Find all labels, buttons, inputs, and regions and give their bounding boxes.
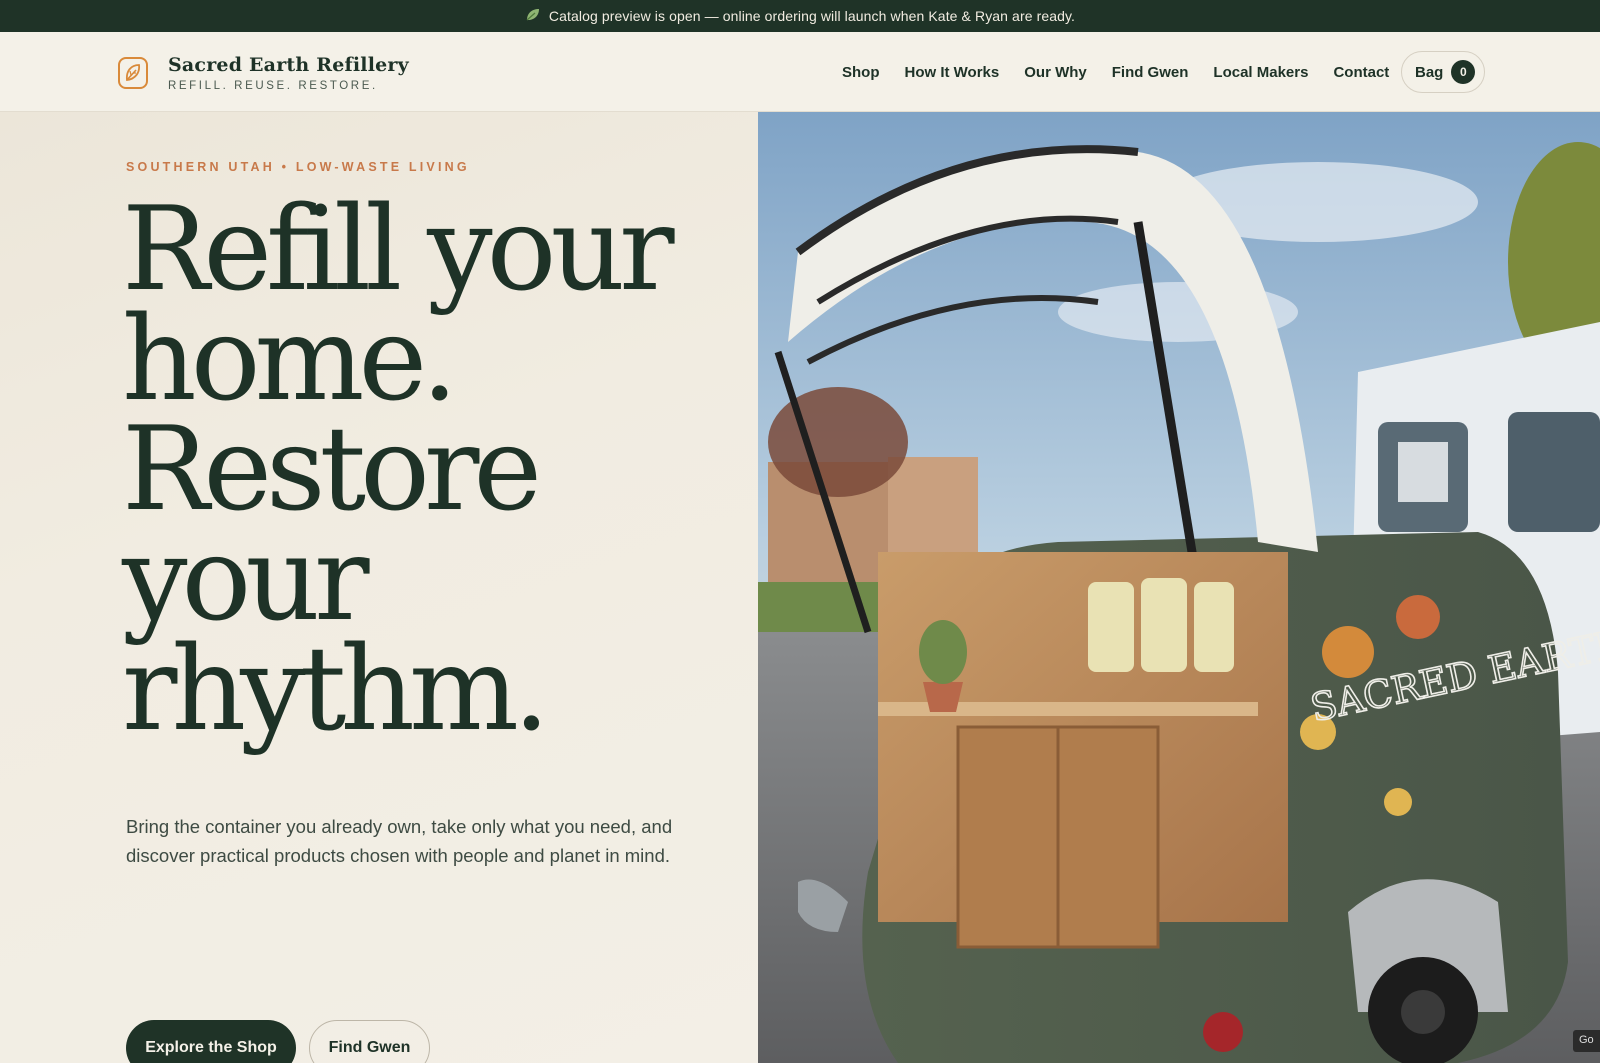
corner-badge[interactable]: Go [1573, 1030, 1600, 1052]
headline-line-2: home. [122, 292, 458, 427]
announcement-bar: Catalog preview is open — online orderin… [0, 0, 1600, 32]
bag-button[interactable]: Bag 0 [1401, 51, 1485, 93]
find-gwen-button[interactable]: Find Gwen [309, 1020, 430, 1063]
headline-line-3: Restore [122, 402, 542, 537]
main-nav: Shop How It Works Our Why Find Gwen Loca… [842, 32, 1414, 112]
announcement-text: Catalog preview is open — online orderin… [548, 8, 1076, 24]
leaf-logo-icon [118, 57, 148, 89]
brand-logo-link[interactable]: Sacred Earth Refillery REFILL. REUSE. RE… [118, 54, 409, 92]
nav-contact[interactable]: Contact [1333, 64, 1389, 81]
leaf-icon [525, 8, 541, 25]
site-header: Sacred Earth Refillery REFILL. REUSE. RE… [0, 32, 1600, 112]
headline-line-5: rhythm. [122, 622, 550, 757]
brand-name: Sacred Earth Refillery [168, 54, 409, 76]
bag-count-badge: 0 [1451, 60, 1476, 84]
nav-local-makers[interactable]: Local Makers [1213, 64, 1308, 81]
hero-headline: Refill your home. Restore your rhythm. [122, 182, 742, 757]
headline-line-1: Refill your [122, 182, 675, 317]
bag-label: Bag [1415, 63, 1444, 81]
hero-eyebrow: SOUTHERN UTAH • LOW-WASTE LIVING [126, 160, 470, 174]
nav-shop[interactable]: Shop [842, 64, 880, 81]
hero-photo-trailer: SACRED EARTH [758, 112, 1600, 1063]
nav-how-it-works[interactable]: How It Works [905, 64, 1000, 81]
explore-shop-button[interactable]: Explore the Shop [126, 1020, 296, 1063]
nav-find-gwen[interactable]: Find Gwen [1112, 64, 1189, 81]
brand-tagline: REFILL. REUSE. RESTORE. [168, 80, 378, 92]
nav-our-why[interactable]: Our Why [1024, 64, 1087, 81]
hero-description: Bring the container you already own, tak… [126, 816, 673, 866]
headline-line-4: your [122, 512, 370, 647]
